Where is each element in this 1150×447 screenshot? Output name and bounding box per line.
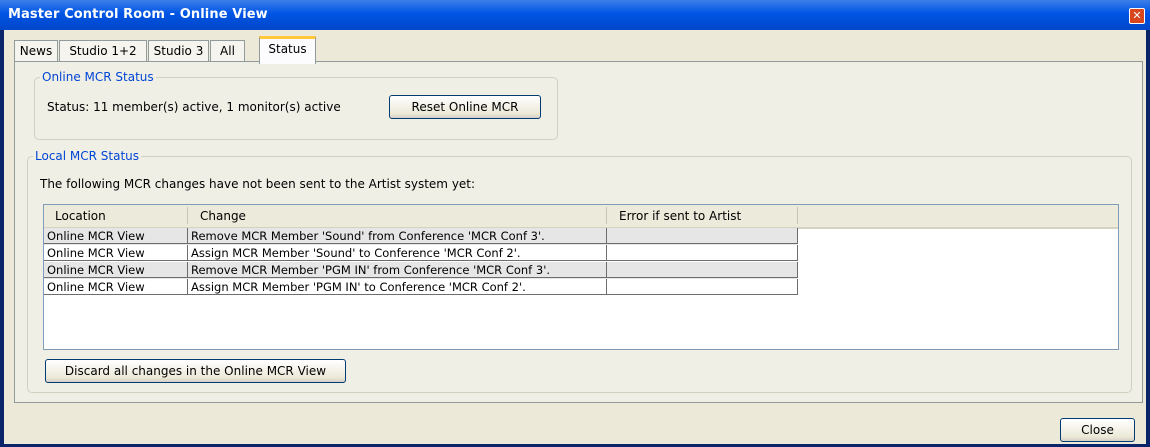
- change-cell: Remove MCR Member 'Sound' from Conferenc…: [188, 228, 607, 244]
- title-bar[interactable]: Master Control Room - Online View ✕: [0, 0, 1150, 30]
- column-header-location[interactable]: Location: [55, 209, 106, 223]
- column-header-error[interactable]: Error if sent to Artist: [619, 209, 741, 223]
- table-row[interactable]: Online MCR View Assign MCR Member 'Sound…: [44, 245, 798, 262]
- tab-label: News: [19, 44, 53, 58]
- tab-label: All: [220, 44, 235, 58]
- online-status-text: Status: 11 member(s) active, 1 monitor(s…: [47, 100, 341, 114]
- location-cell: Online MCR View: [44, 228, 188, 244]
- changes-table[interactable]: Location Change Error if sent to Artist …: [43, 204, 1119, 350]
- error-cell: [607, 262, 798, 278]
- table-row[interactable]: Online MCR View Assign MCR Member 'PGM I…: [44, 279, 798, 296]
- local-status-description: The following MCR changes have not been …: [40, 177, 476, 191]
- location-cell: Online MCR View: [44, 245, 188, 261]
- window-client: News Studio 1+2 Studio 3 All Status Onli…: [4, 30, 1146, 444]
- column-divider[interactable]: [606, 207, 607, 224]
- tab-studio-1-2[interactable]: Studio 1+2: [59, 40, 147, 61]
- close-window-icon[interactable]: ✕: [1129, 8, 1145, 24]
- change-cell: Assign MCR Member 'Sound' to Conference …: [188, 245, 607, 261]
- tab-status[interactable]: Status: [259, 36, 316, 64]
- change-cell: Remove MCR Member 'PGM IN' from Conferen…: [188, 262, 607, 278]
- tab-studio-3[interactable]: Studio 3: [148, 40, 209, 61]
- error-cell: [607, 228, 798, 244]
- tab-news[interactable]: News: [14, 40, 58, 61]
- location-cell: Online MCR View: [44, 262, 188, 278]
- reset-online-mcr-button[interactable]: Reset Online MCR: [389, 95, 541, 119]
- status-tab-panel: Online MCR Status Status: 11 member(s) a…: [14, 61, 1143, 403]
- tab-all[interactable]: All: [210, 40, 245, 61]
- error-cell: [607, 279, 798, 295]
- tab-label: Studio 3: [153, 44, 204, 58]
- main-window: Master Control Room - Online View ✕ News…: [0, 0, 1150, 447]
- column-header-change[interactable]: Change: [200, 209, 246, 223]
- change-cell: Assign MCR Member 'PGM IN' to Conference…: [188, 279, 607, 295]
- local-mcr-status-legend: Local MCR Status: [35, 149, 140, 163]
- column-divider[interactable]: [797, 207, 798, 224]
- table-row[interactable]: Online MCR View Remove MCR Member 'PGM I…: [44, 262, 798, 279]
- online-mcr-status-legend: Online MCR Status: [42, 70, 154, 84]
- location-cell: Online MCR View: [44, 279, 188, 295]
- table-header: Location Change Error if sent to Artist: [44, 205, 1118, 229]
- discard-all-changes-button[interactable]: Discard all changes in the Online MCR Vi…: [45, 359, 346, 383]
- tab-label: Status: [268, 42, 307, 56]
- error-cell: [607, 245, 798, 261]
- table-row[interactable]: Online MCR View Remove MCR Member 'Sound…: [44, 228, 798, 245]
- column-divider[interactable]: [187, 207, 188, 224]
- window-title: Master Control Room - Online View: [8, 7, 268, 22]
- close-button[interactable]: Close: [1060, 418, 1135, 442]
- tab-label: Studio 1+2: [69, 44, 137, 58]
